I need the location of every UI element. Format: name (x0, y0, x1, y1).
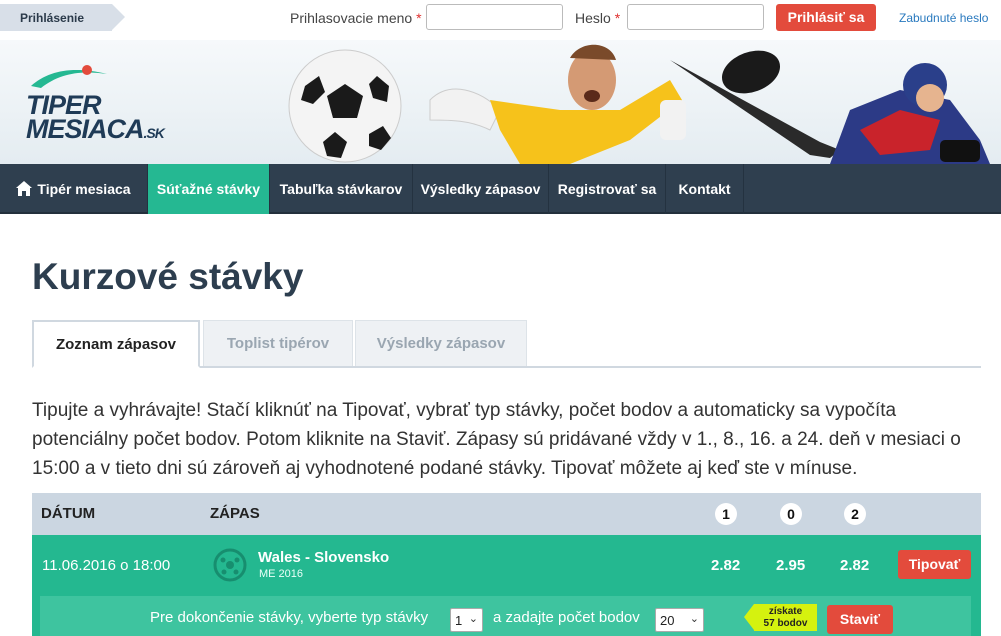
bet-instruction: Pre dokončenie stávky, vyberte typ stávk… (150, 609, 429, 626)
potential-win-badge: získate 57 bodov (744, 604, 817, 631)
main-nav: Tipér mesiaca Súťažné stávky Tabuľka stá… (0, 164, 1001, 214)
nav-item-contact[interactable]: Kontakt (666, 164, 744, 214)
points-instruction: a zadajte počet bodov (493, 609, 640, 626)
chevron-down-icon: ⌄ (468, 613, 478, 625)
logo-swoosh-icon (31, 65, 107, 88)
match-competition: ME 2016 (259, 568, 304, 580)
nav-item-register[interactable]: Registrovať sa (549, 164, 666, 214)
table-row: 11.06.2016 o 18:00 Wales - Slovensko ME … (32, 535, 981, 636)
header-odd-0: 0 (780, 503, 802, 525)
nav-item-results[interactable]: Výsledky zápasov (413, 164, 549, 214)
forgot-password-link[interactable]: Zabudnuté heslo (899, 11, 988, 25)
points-select[interactable]: 20 ⌄ (655, 608, 704, 632)
odd-away: 2.82 (840, 557, 870, 574)
password-input[interactable] (627, 4, 764, 30)
home-icon (16, 181, 33, 196)
header-match: ZÁPAS (210, 505, 260, 522)
bet-type-select[interactable]: 1 ⌄ (450, 608, 483, 632)
odd-draw: 2.95 (776, 557, 806, 574)
password-label: Heslo * (575, 10, 621, 26)
username-label: Prihlasovacie meno * (290, 10, 422, 26)
chevron-down-icon: ⌄ (689, 613, 699, 625)
tip-button[interactable]: Tipovať (898, 550, 971, 579)
page-title: Kurzové stávky (32, 256, 304, 297)
tab-match-list[interactable]: Zoznam zápasov (32, 320, 200, 368)
header-odd-2: 2 (844, 503, 866, 525)
tab-bar: Zoznam zápasov Toplist tipérov Výsledky … (32, 320, 981, 368)
nav-item-betting[interactable]: Súťažné stávky (148, 164, 270, 214)
login-button[interactable]: Prihlásiť sa (776, 4, 876, 31)
hockey-player-image (670, 60, 990, 164)
tab-toplist[interactable]: Toplist tipérov (203, 320, 353, 366)
football-image (288, 49, 402, 163)
football-icon (213, 548, 247, 582)
header-banner: TIPER MESIACA.SK (0, 40, 1001, 164)
header-odd-1: 1 (715, 503, 737, 525)
table-header: DÁTUM ZÁPAS 1 0 2 (32, 493, 981, 535)
intro-text: Tipujte a vyhrávajte! Stačí kliknúť na T… (32, 400, 961, 479)
match-date: 11.06.2016 o 18:00 (42, 557, 171, 574)
tab-match-results[interactable]: Výsledky zápasov (355, 320, 527, 366)
header-date: DÁTUM (41, 505, 96, 522)
site-logo[interactable]: TIPER MESIACA.SK (14, 54, 214, 154)
nav-item-leaderboard[interactable]: Tabuľka stávkarov (270, 164, 413, 214)
nav-item-home[interactable]: Tipér mesiaca (0, 164, 148, 214)
odd-home: 2.82 (711, 557, 741, 574)
username-input[interactable] (426, 4, 563, 30)
login-tag: Prihlásenie (0, 4, 125, 31)
bet-form: Pre dokončenie stávky, vyberte typ stávk… (40, 596, 971, 636)
match-name: Wales - Slovensko (258, 549, 390, 566)
bet-button[interactable]: Staviť (827, 605, 893, 634)
login-bar: Prihlásenie Prihlasovacie meno * Heslo *… (0, 0, 1001, 40)
